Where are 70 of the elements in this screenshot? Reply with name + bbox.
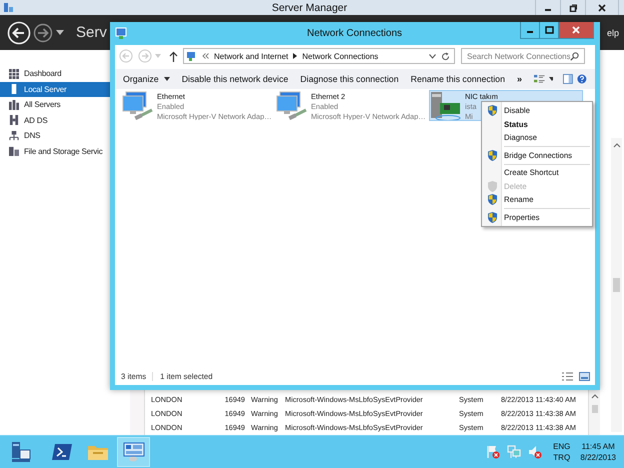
more-commands-button[interactable]: » [512,69,526,89]
server-icon [10,441,32,463]
sidebar-item[interactable]: Dashboard [0,66,110,82]
muted-speaker-icon[interactable] [528,445,542,459]
breadcrumb-item[interactable]: Network Connections [302,52,378,60]
network-folder-icon [186,50,197,62]
network-icon [9,130,19,141]
server-manager-icon [122,442,144,462]
search-icon [570,52,579,60]
network-adapter-icon [276,91,308,120]
scrollbar[interactable] [611,138,622,432]
minimize-button[interactable] [520,22,540,39]
sidebar-item[interactable]: AD DS [0,112,110,128]
scroll-thumb[interactable] [592,405,598,413]
maximize-icon [544,26,554,34]
breadcrumb-item[interactable]: Network and Internet [214,52,288,60]
sidebar-item[interactable]: All Servers [0,97,110,112]
window-title: Network Connections [306,28,404,39]
chevron-right-icon [293,53,298,59]
network-folder-icon [115,27,128,40]
window-title: Server Manager [270,2,348,14]
scrollbar[interactable] [588,390,600,435]
help-menu[interactable]: elp [606,28,619,38]
address-bar[interactable]: Network and Internet Network Connections [183,48,455,64]
command-button[interactable]: Rename this connection [406,69,509,89]
close-icon [598,4,606,12]
caret-icon [56,30,64,35]
directory-icon [9,115,19,126]
folder-icon [86,443,108,461]
back-button[interactable] [7,20,31,44]
storage-icon [9,146,19,156]
command-button[interactable]: Disable this network device [178,69,292,89]
close-button[interactable] [585,0,619,15]
keyboard-layout[interactable]: TRQ [553,452,570,463]
network-card-icon [430,91,462,120]
help-icon[interactable] [577,73,587,85]
caret-icon[interactable] [548,77,554,81]
scroll-up-icon[interactable] [612,142,620,148]
page-title: Serv [76,24,107,41]
language-indicator[interactable]: ENG [553,441,570,452]
close-icon [572,26,580,34]
flag-alert-icon[interactable] [486,445,500,459]
clock-time[interactable]: 11:45 AM [582,441,615,452]
maximize-button[interactable] [539,22,559,39]
sidebar-item[interactable]: Local Server [0,82,110,97]
tiles-view-icon[interactable] [579,372,590,381]
sidebar-item[interactable]: File and Storage Servic [0,144,110,159]
server-icon [9,84,19,94]
forward-button[interactable] [33,22,53,42]
details-view-icon[interactable] [562,372,573,381]
scroll-thumb[interactable] [613,278,620,292]
preview-pane-icon[interactable] [563,73,574,85]
chevron-icon [202,53,209,59]
command-button[interactable]: Organize [119,69,174,89]
caret-icon[interactable] [429,54,436,58]
up-arrow-icon[interactable] [169,50,178,62]
sidebar-item[interactable]: DNS [0,128,110,144]
view-options-icon[interactable] [534,73,545,85]
scroll-up-icon[interactable] [590,393,598,399]
servers-icon [9,100,19,110]
taskbar-app[interactable] [117,437,150,467]
search-field[interactable]: Search Network Connections [461,48,585,64]
terminal-icon [52,444,72,460]
clock-date[interactable]: 8/22/2013 [580,452,616,463]
server-icon [3,2,14,13]
command-button[interactable]: Diagnose this connection [296,69,403,89]
grid-icon [9,68,19,79]
refresh-icon[interactable] [441,52,450,60]
network-adapter-icon [122,91,154,120]
restore-icon [569,4,577,12]
